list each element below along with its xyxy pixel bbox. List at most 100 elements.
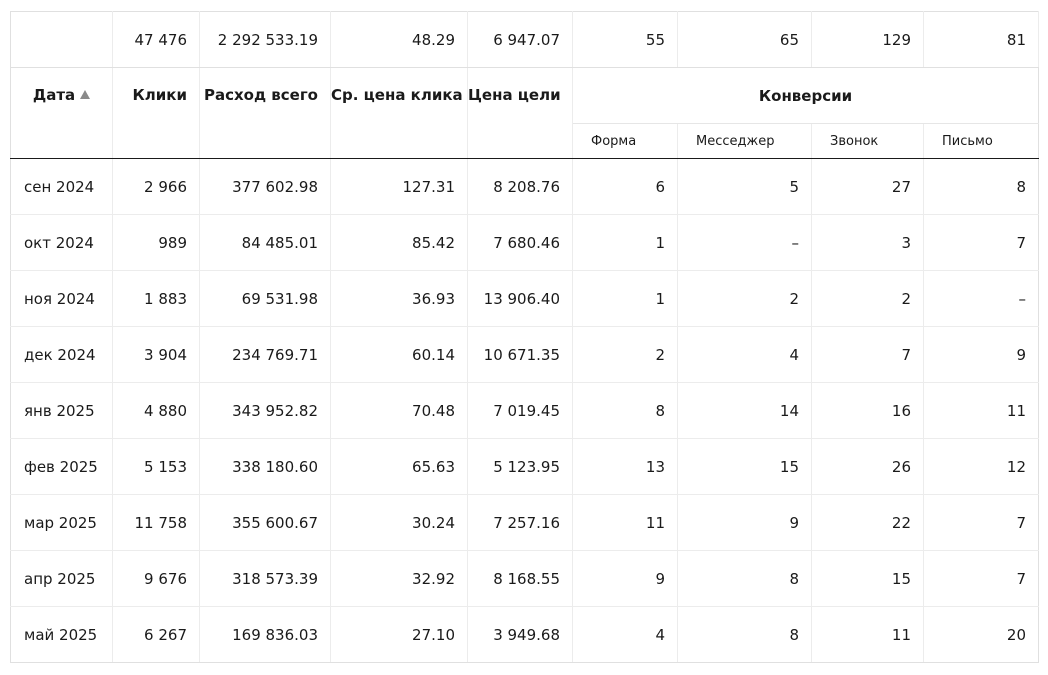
cell-goal-cost: 5 123.95 <box>467 438 573 495</box>
cell-spend: 377 602.98 <box>199 158 331 215</box>
totals-clicks: 47 476 <box>112 11 200 68</box>
cell-spend: 355 600.67 <box>199 494 331 551</box>
cell-call: 11 <box>811 606 924 663</box>
cell-email: 9 <box>923 326 1039 383</box>
table-row: фев 2025 5 153 338 180.60 65.63 5 123.95 13 15… <box>10 438 1039 495</box>
cell-messenger: 8 <box>677 606 812 663</box>
cell-clicks: 9 676 <box>112 550 200 607</box>
cell-avg-cpc: 85.42 <box>330 214 468 271</box>
cell-spend: 343 952.82 <box>199 382 331 439</box>
cell-spend: 84 485.01 <box>199 214 331 271</box>
cell-spend: 69 531.98 <box>199 270 331 327</box>
column-header-spend[interactable]: Расход всего <box>199 67 331 159</box>
cell-call: 16 <box>811 382 924 439</box>
cell-date: фев 2025 <box>10 438 113 495</box>
cell-goal-cost: 7 257.16 <box>467 494 573 551</box>
cell-clicks: 3 904 <box>112 326 200 383</box>
cell-call: 7 <box>811 326 924 383</box>
cell-form: 8 <box>572 382 678 439</box>
cell-form: 4 <box>572 606 678 663</box>
cell-avg-cpc: 32.92 <box>330 550 468 607</box>
table-row: май 2025 6 267 169 836.03 27.10 3 949.68 4 8 11… <box>10 606 1039 663</box>
cell-goal-cost: 8 168.55 <box>467 550 573 607</box>
cell-avg-cpc: 70.48 <box>330 382 468 439</box>
column-header-call[interactable]: Звонок <box>811 123 924 159</box>
column-header-messenger[interactable]: Месседжер <box>677 123 812 159</box>
cell-date: май 2025 <box>10 606 113 663</box>
cell-form: 1 <box>572 214 678 271</box>
cell-email: 7 <box>923 550 1039 607</box>
table-body: сен 2024 2 966 377 602.98 127.31 8 208.76 6 5 2… <box>10 158 1039 663</box>
cell-email: 7 <box>923 494 1039 551</box>
cell-avg-cpc: 127.31 <box>330 158 468 215</box>
cell-goal-cost: 8 208.76 <box>467 158 573 215</box>
cell-email: 12 <box>923 438 1039 495</box>
column-header-date[interactable]: Дата <box>10 67 113 159</box>
table-row: сен 2024 2 966 377 602.98 127.31 8 208.76 6 5 2… <box>10 158 1039 215</box>
cell-goal-cost: 7 680.46 <box>467 214 573 271</box>
header-row: Дата Клики Расход всего Ср. цена клика Ц… <box>10 67 1039 159</box>
cell-form: 11 <box>572 494 678 551</box>
cell-messenger: 15 <box>677 438 812 495</box>
cell-email: 11 <box>923 382 1039 439</box>
table-row: янв 2025 4 880 343 952.82 70.48 7 019.45 8 14 1… <box>10 382 1039 439</box>
cell-call: 22 <box>811 494 924 551</box>
cell-clicks: 6 267 <box>112 606 200 663</box>
table-row: дек 2024 3 904 234 769.71 60.14 10 671.35 2 4 7… <box>10 326 1039 383</box>
report-table-container: 47 476 2 292 533.19 48.29 6 947.07 55 65… <box>10 11 1039 663</box>
column-header-date-label: Дата <box>32 86 76 104</box>
cell-clicks: 2 966 <box>112 158 200 215</box>
column-header-avg-cpc[interactable]: Ср. цена клика <box>330 67 468 159</box>
cell-call: 3 <box>811 214 924 271</box>
cell-date: сен 2024 <box>10 158 113 215</box>
cell-spend: 318 573.39 <box>199 550 331 607</box>
column-header-form[interactable]: Форма <box>572 123 678 159</box>
cell-email: 7 <box>923 214 1039 271</box>
table-row: апр 2025 9 676 318 573.39 32.92 8 168.55 9 8 15… <box>10 550 1039 607</box>
table-row: мар 2025 11 758 355 600.67 30.24 7 257.16 11 9… <box>10 494 1039 551</box>
column-header-goal-cost[interactable]: Цена цели <box>467 67 573 159</box>
column-header-clicks[interactable]: Клики <box>112 67 200 159</box>
cell-messenger: 4 <box>677 326 812 383</box>
cell-form: 13 <box>572 438 678 495</box>
cell-clicks: 11 758 <box>112 494 200 551</box>
sort-ascending-icon[interactable] <box>80 90 91 99</box>
cell-goal-cost: 7 019.45 <box>467 382 573 439</box>
stats-table: 47 476 2 292 533.19 48.29 6 947.07 55 65… <box>10 11 1039 663</box>
cell-avg-cpc: 65.63 <box>330 438 468 495</box>
cell-goal-cost: 10 671.35 <box>467 326 573 383</box>
cell-messenger: 5 <box>677 158 812 215</box>
cell-call: 27 <box>811 158 924 215</box>
totals-spend: 2 292 533.19 <box>199 11 331 68</box>
totals-avg-cpc: 48.29 <box>330 11 468 68</box>
cell-email: 8 <box>923 158 1039 215</box>
cell-email: – <box>923 270 1039 327</box>
cell-avg-cpc: 60.14 <box>330 326 468 383</box>
cell-date: мар 2025 <box>10 494 113 551</box>
table-row: ноя 2024 1 883 69 531.98 36.93 13 906.40 1 2 2– <box>10 270 1039 327</box>
cell-form: 6 <box>572 158 678 215</box>
totals-goal-cost: 6 947.07 <box>467 11 573 68</box>
cell-messenger: 2 <box>677 270 812 327</box>
cell-call: 2 <box>811 270 924 327</box>
cell-clicks: 5 153 <box>112 438 200 495</box>
column-header-email[interactable]: Письмо <box>923 123 1039 159</box>
cell-clicks: 1 883 <box>112 270 200 327</box>
cell-clicks: 4 880 <box>112 382 200 439</box>
cell-messenger: 14 <box>677 382 812 439</box>
totals-email: 81 <box>923 11 1039 68</box>
cell-avg-cpc: 30.24 <box>330 494 468 551</box>
cell-goal-cost: 3 949.68 <box>467 606 573 663</box>
cell-spend: 338 180.60 <box>199 438 331 495</box>
totals-row: 47 476 2 292 533.19 48.29 6 947.07 55 65… <box>10 11 1039 68</box>
cell-messenger: 9 <box>677 494 812 551</box>
cell-avg-cpc: 36.93 <box>330 270 468 327</box>
cell-goal-cost: 13 906.40 <box>467 270 573 327</box>
cell-date: апр 2025 <box>10 550 113 607</box>
cell-spend: 169 836.03 <box>199 606 331 663</box>
cell-avg-cpc: 27.10 <box>330 606 468 663</box>
cell-date: дек 2024 <box>10 326 113 383</box>
cell-form: 9 <box>572 550 678 607</box>
column-group-conversions: Конверсии <box>572 67 1039 124</box>
totals-form: 55 <box>572 11 678 68</box>
